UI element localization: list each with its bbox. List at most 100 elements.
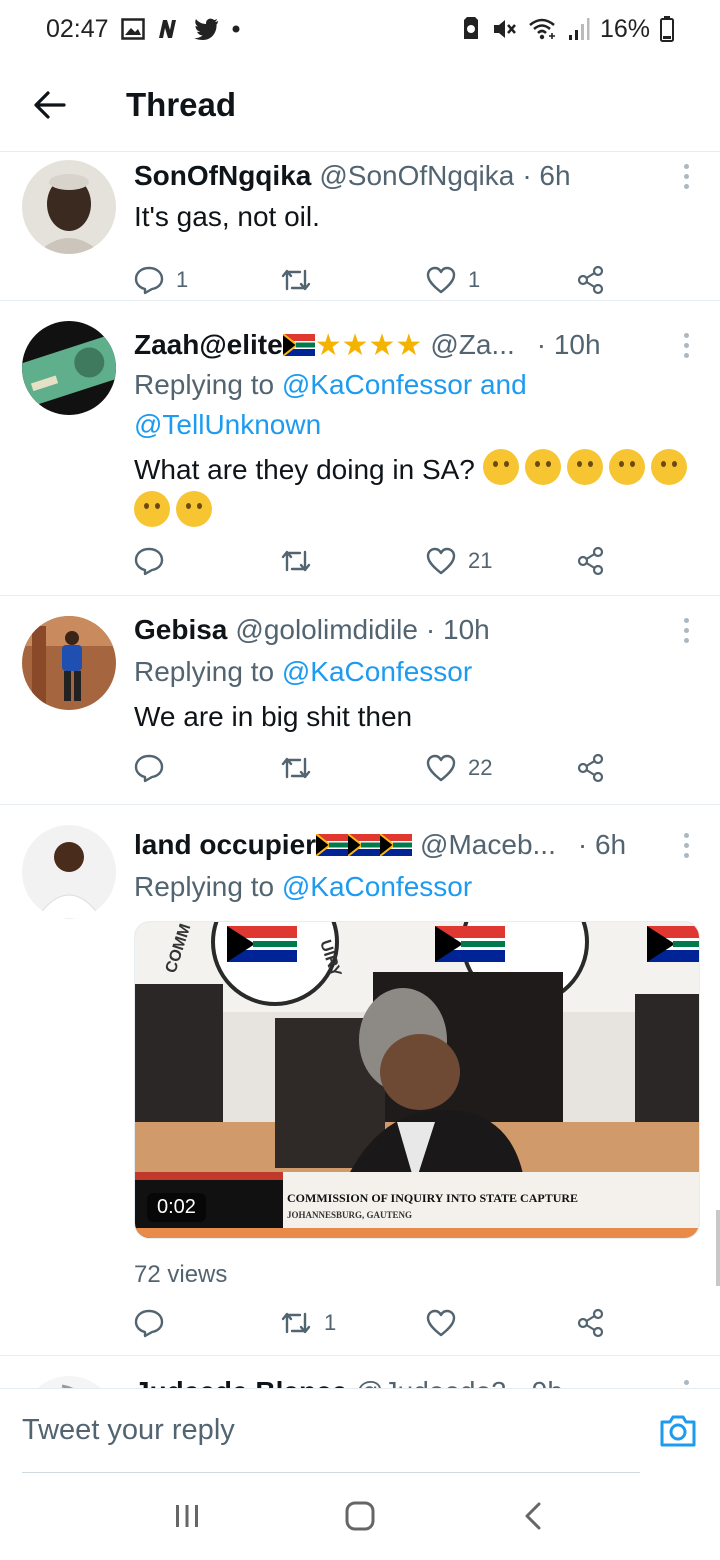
video-banner-subtitle: JOHANNESBURG, GAUTENG — [287, 1210, 412, 1220]
tweet-time: · 10h — [536, 329, 601, 360]
user-handle[interactable]: @Maceb... — [420, 829, 556, 861]
home-button[interactable] — [330, 1486, 390, 1546]
share-icon — [577, 265, 604, 295]
reply-button[interactable]: 1 — [134, 265, 280, 295]
thinking-emoji-icon — [176, 491, 212, 527]
recent-apps-button[interactable] — [157, 1486, 217, 1546]
twitter-notification-icon — [193, 18, 219, 40]
avatar[interactable] — [22, 160, 116, 254]
tweet-header: SonOfNgqika @SonOfNgqika · 6h — [134, 156, 696, 196]
reply-icon — [134, 1309, 164, 1338]
user-handle[interactable]: @Za... — [430, 329, 514, 361]
heart-icon — [426, 266, 456, 294]
heart-icon — [426, 1309, 456, 1337]
camera-button[interactable] — [658, 1411, 698, 1451]
retweet-icon — [281, 757, 311, 779]
back-button[interactable] — [18, 73, 82, 137]
like-button[interactable] — [426, 1309, 576, 1337]
reply-icon — [134, 754, 164, 783]
star-icon: ★ — [368, 328, 396, 362]
like-button[interactable]: 22 — [426, 754, 576, 782]
like-button[interactable]: 1 — [426, 266, 576, 294]
replying-to: Replying to @KaConfessor — [134, 867, 696, 907]
retweet-button[interactable] — [280, 267, 426, 293]
south-africa-flag-icon — [316, 834, 349, 856]
system-back-button[interactable] — [503, 1486, 563, 1546]
avatar[interactable] — [22, 825, 116, 919]
star-icon: ★ — [314, 328, 342, 362]
display-name[interactable]: Zaah@elite — [134, 329, 283, 361]
tweet[interactable]: land occupier @Maceb... · 6h Replying to… — [0, 805, 720, 1356]
display-name[interactable]: Gebisa — [134, 614, 227, 646]
like-count: 21 — [468, 548, 493, 573]
tweet[interactable]: Gebisa @gololimdidile · 10h Replying to … — [0, 596, 720, 805]
share-button[interactable] — [576, 546, 606, 576]
share-button[interactable] — [576, 1308, 606, 1338]
retweet-button[interactable]: 1 — [280, 1310, 426, 1336]
thinking-emoji-icon — [608, 449, 645, 485]
reply-count: 1 — [176, 267, 189, 292]
like-button[interactable]: 21 — [426, 547, 576, 575]
thinking-emoji-icon — [134, 491, 170, 527]
replying-to-users[interactable]: @KaConfessor — [282, 871, 472, 902]
video-thumbnail: COMM UIRY COMMISSION OF INQUIRY INTO STA… — [135, 922, 699, 1238]
scrollbar[interactable] — [716, 1210, 720, 1286]
retweet-count: 1 — [324, 1310, 337, 1335]
retweet-icon — [281, 269, 311, 291]
thread-feed[interactable]: SonOfNgqika @SonOfNgqika · 6h It's gas, … — [0, 152, 720, 1388]
tweet-actions: 21 — [134, 531, 606, 591]
reply-button[interactable] — [134, 1308, 280, 1338]
system-nav-bar — [0, 1472, 720, 1560]
replying-to-users[interactable]: @KaConfessor — [282, 656, 472, 687]
more-options-button[interactable] — [676, 156, 696, 196]
alarm-icon — [460, 17, 482, 41]
display-name[interactable]: land occupier — [134, 829, 316, 861]
thinking-emoji-icon — [482, 449, 519, 485]
avatar[interactable] — [22, 1376, 116, 1388]
more-options-button[interactable] — [676, 1372, 696, 1388]
retweet-button[interactable] — [280, 755, 426, 781]
battery-percent: 16% — [599, 14, 650, 43]
tweet-text: We are in big shit then — [134, 701, 413, 732]
tweet-header: Gebisa @gololimdidile · 10h — [134, 610, 696, 650]
user-handle[interactable]: @Judeede2 — [355, 1376, 506, 1388]
like-count: 1 — [468, 267, 481, 292]
user-handle[interactable]: @SonOfNgqika — [319, 160, 514, 192]
share-icon — [577, 753, 604, 783]
back-arrow-icon — [34, 90, 66, 119]
replying-to-label: Replying to — [134, 656, 275, 687]
reply-input[interactable]: Tweet your reply — [22, 1389, 640, 1473]
reply-button[interactable] — [134, 753, 280, 783]
share-button[interactable] — [576, 753, 606, 783]
star-icon: ★ — [395, 328, 423, 362]
video-player[interactable]: COMM UIRY COMMISSION OF INQUIRY INTO STA… — [134, 921, 700, 1239]
gallery-notification-icon — [120, 18, 145, 40]
retweet-button[interactable] — [280, 548, 426, 574]
avatar[interactable] — [22, 616, 116, 710]
video-duration: 0:02 — [147, 1193, 206, 1222]
more-options-button[interactable] — [676, 825, 696, 865]
tweet[interactable]: Zaah@elite ★ ★ ★ ★ @Za... · 10h Replying to… — [0, 301, 720, 596]
display-name[interactable]: Judeede Blance — [134, 1376, 347, 1388]
recent-apps-icon — [175, 1505, 198, 1527]
tweet[interactable]: Judeede Blance @Judeede2 · 9h — [0, 1356, 720, 1388]
avatar[interactable] — [22, 321, 116, 415]
display-name[interactable]: SonOfNgqika — [134, 160, 311, 192]
tweet[interactable]: SonOfNgqika @SonOfNgqika · 6h It's gas, … — [0, 152, 720, 301]
share-button[interactable] — [576, 265, 606, 295]
tweet-text: What are they doing in SA? — [134, 449, 696, 533]
heart-icon — [426, 754, 456, 782]
replying-to-label: Replying to — [134, 871, 275, 902]
reply-button[interactable] — [134, 546, 280, 576]
south-africa-flag-icon — [348, 834, 381, 856]
thread-header: Thread — [0, 58, 720, 152]
heart-icon — [426, 547, 456, 575]
tweet-time: · 6h — [522, 160, 571, 191]
news-notification-icon — [157, 18, 181, 40]
user-handle[interactable]: @gololimdidile — [235, 614, 418, 646]
camera-icon — [660, 1415, 696, 1446]
more-options-button[interactable] — [676, 325, 696, 365]
thinking-emoji-icon — [650, 449, 687, 485]
home-icon — [345, 1501, 375, 1531]
more-options-button[interactable] — [676, 610, 696, 650]
